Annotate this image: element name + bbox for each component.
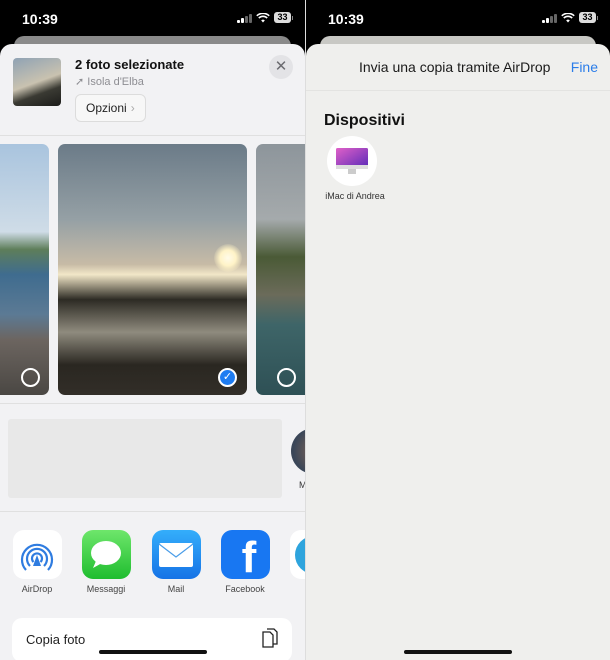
photo-carousel[interactable]: ✓	[0, 136, 305, 404]
photo-sunset[interactable]: ✓	[58, 144, 247, 395]
status-time: 10:39	[22, 11, 58, 27]
facebook-icon: f	[220, 530, 270, 580]
selection-title: 2 foto selezionate	[75, 57, 185, 72]
photo-coast-right[interactable]	[256, 144, 305, 395]
device-label: iMac di Andrea	[325, 191, 385, 201]
status-bar: 10:39 33	[0, 0, 305, 38]
battery-indicator: 33	[274, 12, 291, 23]
section-title: Dispositivi	[324, 112, 405, 129]
airdrop-title: Invia una copia tramite AirDrop	[359, 59, 551, 75]
signal-icon	[542, 13, 558, 23]
checkmark-icon[interactable]: ✓	[218, 368, 237, 387]
share-sheet-pane: 10:39 33 2 foto selezionate ➚ Isola d'El…	[0, 0, 305, 660]
status-bar: 10:39 33	[306, 0, 610, 38]
app-airdrop[interactable]: AirDrop	[6, 530, 68, 594]
location-label: Isola d'Elba	[87, 76, 144, 88]
airdrop-pane: 10:39 33 Invia una copia tramite AirDrop…	[306, 0, 610, 660]
app-messages[interactable]: Messaggi	[75, 530, 137, 594]
messages-icon	[81, 530, 131, 579]
imac-icon	[327, 136, 377, 186]
app-telegram[interactable]: Te	[283, 530, 305, 594]
battery-indicator: 33	[579, 12, 596, 23]
airdrop-sheet: Invia una copia tramite AirDrop Fine Dis…	[306, 44, 610, 660]
people-suggestions: M	[0, 404, 305, 512]
options-button[interactable]: Opzioni ›	[75, 94, 146, 122]
select-circle[interactable]	[21, 368, 40, 387]
suggestion-placeholder	[8, 419, 282, 498]
airdrop-icon	[12, 530, 62, 579]
chevron-right-icon: ›	[130, 101, 135, 115]
home-indicator	[98, 650, 207, 654]
mail-icon	[151, 530, 201, 579]
device-imac[interactable]: iMac di Andrea	[325, 136, 385, 201]
select-circle[interactable]	[277, 368, 296, 387]
contact-avatar[interactable]	[291, 428, 305, 474]
close-button[interactable]: ✕	[269, 55, 293, 79]
share-header: 2 foto selezionate ➚ Isola d'Elba Opzion…	[0, 44, 305, 136]
copy-icon	[262, 628, 278, 648]
app-mail[interactable]: Mail	[145, 530, 207, 594]
share-sheet: 2 foto selezionate ➚ Isola d'Elba Opzion…	[0, 44, 305, 660]
done-button[interactable]: Fine	[571, 59, 598, 75]
signal-icon	[237, 13, 253, 23]
app-row: AirDrop Messaggi Mail f Facebook	[0, 512, 305, 610]
airdrop-header: Invia una copia tramite AirDrop Fine	[306, 44, 610, 91]
wifi-icon	[256, 12, 271, 22]
status-time: 10:39	[328, 11, 364, 27]
telegram-icon	[289, 530, 305, 579]
close-icon: ✕	[274, 58, 288, 75]
photo-coast-left[interactable]	[0, 144, 49, 395]
app-facebook[interactable]: f Facebook	[214, 530, 276, 594]
location-icon: ➚	[75, 76, 88, 88]
wifi-icon	[561, 12, 576, 22]
selection-thumbnail	[13, 58, 61, 106]
home-indicator	[404, 650, 512, 654]
